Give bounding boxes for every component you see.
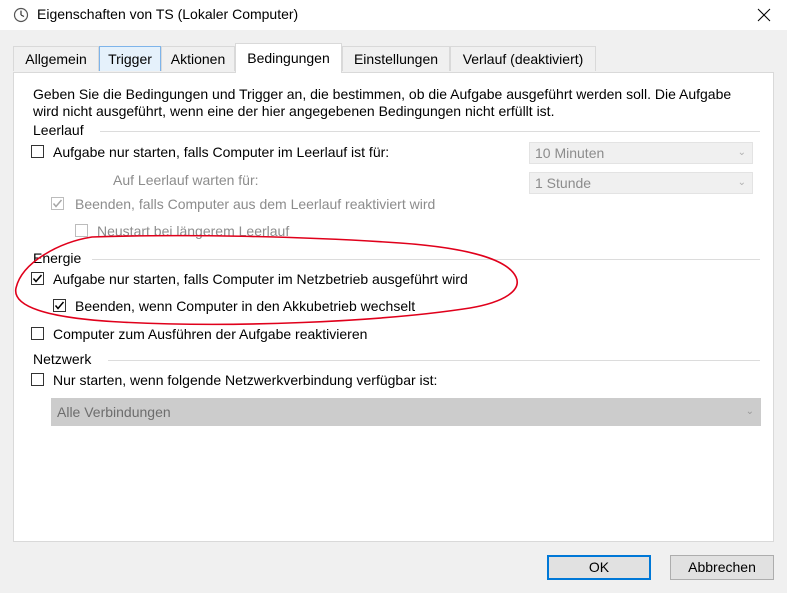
network-connection-value: Alle Verbindungen bbox=[57, 404, 171, 420]
wait-duration-value: 1 Stunde bbox=[535, 175, 592, 191]
group-divider-network bbox=[108, 360, 760, 361]
close-button[interactable] bbox=[740, 0, 787, 30]
checkbox-restart-if-idle[interactable] bbox=[75, 224, 88, 237]
tab-aktionen[interactable]: Aktionen bbox=[161, 46, 235, 71]
tab-bedingungen[interactable]: Bedingungen bbox=[235, 43, 342, 73]
clock-icon bbox=[13, 7, 29, 23]
idle-duration-value: 10 Minuten bbox=[535, 145, 605, 161]
description-text: Geben Sie die Bedingungen und Trigger an… bbox=[33, 86, 732, 119]
label-stop-if-not-idle: Beenden, falls Computer aus dem Leerlauf… bbox=[75, 196, 436, 212]
checkmark-icon bbox=[32, 274, 43, 283]
label-wait-for-idle: Auf Leerlauf warten für: bbox=[113, 172, 259, 188]
network-connection-select[interactable]: Alle Verbindungen ⌄ bbox=[51, 398, 761, 426]
close-icon bbox=[757, 8, 771, 22]
ok-button[interactable]: OK bbox=[547, 555, 651, 580]
title-bar: Eigenschaften von TS (Lokaler Computer) bbox=[0, 0, 787, 30]
label-ac-only: Aufgabe nur starten, falls Computer im N… bbox=[53, 271, 468, 287]
checkmark-icon bbox=[52, 199, 63, 208]
group-divider-idle bbox=[100, 131, 760, 132]
checkbox-network-only[interactable] bbox=[31, 373, 44, 386]
checkbox-stop-if-not-idle[interactable] bbox=[51, 197, 64, 210]
group-label-idle: Leerlauf bbox=[33, 122, 84, 138]
group-label-network: Netzwerk bbox=[33, 351, 92, 367]
tab-allgemein[interactable]: Allgemein bbox=[13, 46, 99, 71]
label-restart-if-idle: Neustart bei längerem Leerlauf bbox=[97, 223, 290, 239]
label-wake-to-run: Computer zum Ausführen der Aufgabe reakt… bbox=[53, 326, 368, 342]
cancel-button[interactable]: Abbrechen bbox=[670, 555, 774, 580]
idle-duration-select[interactable]: 10 Minuten ⌄ bbox=[529, 142, 753, 164]
label-start-if-idle: Aufgabe nur starten, falls Computer im L… bbox=[53, 144, 390, 160]
chevron-down-icon: ⌄ bbox=[737, 147, 746, 158]
label-stop-on-battery: Beenden, wenn Computer in den Akkubetrie… bbox=[75, 298, 416, 314]
label-network-only: Nur starten, wenn folgende Netzwerkverbi… bbox=[53, 372, 438, 388]
tab-verlauf[interactable]: Verlauf (deaktiviert) bbox=[450, 46, 596, 71]
chevron-down-icon: ⌄ bbox=[745, 406, 754, 417]
tab-trigger[interactable]: Trigger bbox=[99, 46, 161, 71]
checkbox-ac-only[interactable] bbox=[31, 272, 44, 285]
tab-einstellungen[interactable]: Einstellungen bbox=[342, 46, 450, 71]
checkbox-start-if-idle[interactable] bbox=[31, 145, 44, 158]
checkbox-stop-on-battery[interactable] bbox=[53, 299, 66, 312]
group-label-power: Energie bbox=[33, 250, 82, 266]
wait-duration-select[interactable]: 1 Stunde ⌄ bbox=[529, 172, 753, 194]
group-divider-power bbox=[92, 259, 760, 260]
checkbox-wake-to-run[interactable] bbox=[31, 327, 44, 340]
chevron-down-icon: ⌄ bbox=[737, 177, 746, 188]
window-title: Eigenschaften von TS (Lokaler Computer) bbox=[37, 6, 299, 22]
checkmark-icon bbox=[54, 301, 65, 310]
